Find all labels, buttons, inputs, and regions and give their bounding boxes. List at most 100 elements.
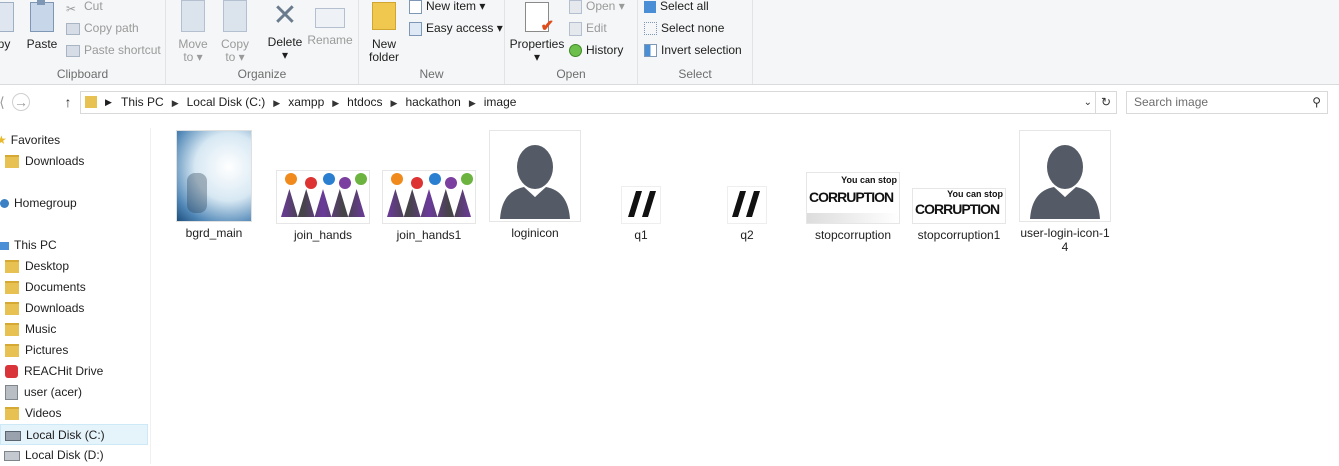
chevron-right-icon[interactable]: ▶ — [269, 93, 284, 114]
properties-button[interactable]: ✔ Properties ▾ — [509, 0, 565, 64]
search-icon[interactable]: ⚲ — [1312, 92, 1321, 113]
copy-path-button[interactable]: Copy path — [66, 19, 139, 39]
invert-selection-icon — [644, 44, 657, 58]
edit-button[interactable]: Edit — [569, 19, 607, 39]
nav-downloads-fav[interactable]: Downloads — [0, 151, 148, 172]
organize-group: Move to ▾ Copy to ▾ ✕ Delete ▾ Rename Or… — [166, 0, 359, 84]
file-item[interactable]: q1 — [589, 130, 693, 242]
select-all-button[interactable]: Select all — [644, 0, 709, 17]
history-button[interactable]: History — [569, 41, 623, 61]
file-name: stopcorruption1 — [917, 228, 1001, 242]
file-item[interactable]: You can stop CORRUPTION stopcorruption1 — [907, 130, 1011, 242]
homegroup-icon — [0, 199, 9, 209]
drive-icon — [5, 430, 21, 441]
delete-button[interactable]: ✕ Delete ▾ — [264, 0, 306, 62]
file-name: bgrd_main — [185, 226, 243, 240]
stop-corruption-thumbnail: You can stop CORRUPTION — [806, 172, 900, 224]
new-item-button[interactable]: New item ▾ — [409, 0, 485, 17]
file-item[interactable]: You can stop CORRUPTION stopcorruption — [801, 130, 905, 242]
nav-local-disk-c[interactable]: Local Disk (C:) — [0, 424, 148, 445]
nav-desktop[interactable]: Desktop — [0, 256, 148, 277]
nav-videos[interactable]: Videos — [0, 403, 148, 424]
paste-shortcut-label: Paste shortcut — [84, 43, 161, 57]
join-hands1-thumbnail — [382, 170, 476, 224]
chevron-right-icon[interactable]: ▶ — [168, 93, 183, 114]
history-icon — [569, 44, 582, 58]
select-none-button[interactable]: Select none — [644, 19, 724, 39]
new-folder-button[interactable]: New folder — [365, 0, 403, 64]
cut-button[interactable]: ✂ Cut — [66, 0, 103, 17]
pictures-folder-icon — [5, 344, 19, 358]
nav-music[interactable]: Music — [0, 319, 148, 340]
file-name: user-login-icon-14 — [1020, 226, 1110, 254]
search-placeholder: Search image — [1134, 95, 1209, 109]
nav-local-d-label: Local Disk (D:) — [25, 448, 104, 462]
new-item-icon — [409, 0, 422, 14]
nav-local-disk-d[interactable]: Local Disk (D:) — [0, 445, 148, 466]
file-item[interactable]: join_hands — [271, 130, 375, 242]
copy-button[interactable]: py — [0, 2, 16, 51]
file-item[interactable]: q2 — [695, 130, 799, 242]
chevron-right-icon: ▶ — [105, 97, 112, 107]
paste-button[interactable]: Paste — [24, 0, 60, 51]
file-name: q2 — [740, 228, 754, 242]
nav-reachit-drive[interactable]: REACHit Drive — [0, 361, 148, 382]
file-item[interactable]: user-login-icon-14 — [1013, 130, 1117, 254]
crumb-this-pc[interactable]: This PC — [117, 92, 168, 113]
chevron-right-icon[interactable]: ▶ — [465, 93, 480, 114]
nav-favorites[interactable]: ★ Favorites — [0, 130, 148, 151]
nav-homegroup-label: Homegroup — [14, 196, 77, 210]
invert-selection-label: Invert selection — [661, 43, 742, 57]
file-item[interactable]: bgrd_main — [162, 130, 266, 240]
open-button[interactable]: Open ▾ — [569, 0, 625, 17]
chevron-down-icon[interactable]: ⌄ — [1084, 92, 1092, 113]
nav-documents-label: Documents — [25, 280, 86, 294]
refresh-icon[interactable]: ↻ — [1095, 92, 1116, 113]
copy-path-icon — [66, 22, 80, 35]
new-group-label: New — [419, 67, 444, 81]
crumb-local-disk[interactable]: Local Disk (C:) — [183, 92, 270, 113]
search-input[interactable]: Search image ⚲ — [1126, 91, 1328, 114]
address-bar[interactable]: ▶ This PC ▶ Local Disk (C:) ▶ xampp ▶ htdocs ▶ h… — [80, 91, 1117, 114]
back-arrow-icon[interactable]: ⟨ — [0, 92, 12, 112]
nav-documents[interactable]: Documents — [0, 277, 148, 298]
paste-shortcut-button[interactable]: Paste shortcut — [66, 41, 161, 61]
invert-selection-button[interactable]: Invert selection — [644, 41, 742, 61]
user-avatar-icon — [1019, 130, 1111, 222]
file-list: bgrd_main join_hands join_hands1 loginic… — [160, 126, 1330, 456]
nav-downloads[interactable]: Downloads — [0, 298, 148, 319]
stop-corruption1-thumbnail: You can stop CORRUPTION — [912, 188, 1006, 224]
nav-this-pc[interactable]: This PC — [0, 235, 148, 256]
user-avatar-icon — [489, 130, 581, 222]
select-none-label: Select none — [661, 21, 725, 35]
address-row: ⟨ → ↑ ▶ This PC▶Local Disk (C:)▶xampp▶ht… — [0, 88, 1339, 116]
open-label: Open — [586, 0, 616, 13]
chevron-right-icon[interactable]: ▶ — [328, 93, 343, 114]
nav-downloads-label: Downloads — [25, 301, 85, 315]
forward-arrow-icon[interactable]: → — [12, 93, 30, 111]
select-none-icon — [644, 22, 657, 36]
chevron-right-icon[interactable]: ▶ — [387, 93, 402, 114]
nav-user-label: user (acer) — [24, 385, 83, 399]
file-item[interactable]: loginicon — [483, 130, 587, 240]
nav-homegroup[interactable]: Homegroup — [0, 193, 148, 214]
nav-downloads-fav-label: Downloads — [25, 154, 85, 168]
file-item[interactable]: join_hands1 — [377, 130, 481, 242]
up-arrow-icon[interactable]: ↑ — [58, 92, 78, 112]
crumb-xampp[interactable]: xampp — [284, 92, 328, 113]
organize-group-label: Organize — [237, 67, 287, 81]
crumb-htdocs[interactable]: htdocs — [343, 92, 386, 113]
crumb-image[interactable]: image — [480, 92, 521, 113]
copy-to-button[interactable]: Copy to ▾ — [216, 0, 254, 64]
select-all-icon — [644, 0, 656, 13]
move-to-button[interactable]: Move to ▾ — [174, 0, 212, 64]
crumb-hackathon[interactable]: hackathon — [401, 92, 464, 113]
thumbnail-text: CORRUPTION — [915, 201, 1000, 217]
rename-button[interactable]: Rename — [306, 0, 354, 47]
navigation-pane: ★ Favorites Downloads Homegroup This PC D… — [0, 128, 151, 464]
downloads-icon — [5, 155, 19, 169]
nav-user-acer[interactable]: user (acer) — [0, 382, 148, 403]
copy-path-label: Copy path — [84, 21, 139, 35]
easy-access-button[interactable]: Easy access ▾ — [409, 19, 503, 39]
nav-pictures[interactable]: Pictures — [0, 340, 148, 361]
